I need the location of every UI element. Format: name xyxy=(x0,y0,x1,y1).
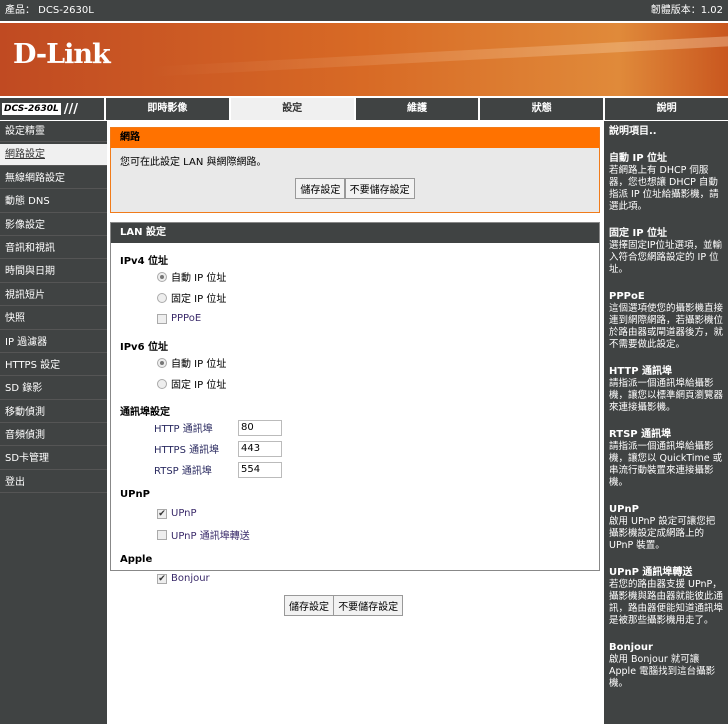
ipv4-static-radio[interactable]: 固定 IP 位址 xyxy=(157,287,599,308)
help-text: 請指派一個通訊埠給攝影機，讓您以 QuickTime 或串流行動裝置來連接攝影機… xyxy=(609,441,723,488)
sidebar-item-wizard[interactable]: 設定精靈 xyxy=(0,121,107,143)
tab-live-video[interactable]: 即時影像 xyxy=(106,98,229,120)
network-description: 您可在此設定 LAN 與網際網路。 xyxy=(120,157,267,168)
sidebar-item-sd-management[interactable]: SD卡管理 xyxy=(0,448,107,470)
lan-settings-panel: LAN 設定 IPv4 位址 自動 IP 位址 固定 IP 位址 PPPoE I… xyxy=(110,222,600,584)
sidebar-item-video-clip[interactable]: 視訊短片 xyxy=(0,284,107,307)
top-bar: 產品： DCS-2630L 韌體版本：1.02 xyxy=(0,0,728,21)
help-heading: 固定 IP 位址 xyxy=(609,228,668,239)
banner: D-Link xyxy=(0,23,728,96)
checkbox-icon[interactable] xyxy=(157,529,167,540)
bottom-buttons: 儲存設定 不要儲存設定 xyxy=(284,595,404,616)
https-port-input[interactable] xyxy=(238,440,282,457)
save-button[interactable]: 儲存設定 xyxy=(295,178,346,199)
http-port-row: HTTP 通訊埠 xyxy=(154,417,599,438)
help-heading: Bonjour xyxy=(609,642,653,653)
help-heading: HTTP 通訊埠 xyxy=(609,366,673,377)
main-content: 網路 您可在此設定 LAN 與網際網路。 儲存設定 不要儲存設定 LAN 設定 … xyxy=(110,121,600,584)
https-port-row: HTTPS 通訊埠 xyxy=(154,438,599,459)
sidebar-item-https[interactable]: HTTPS 設定 xyxy=(0,354,107,377)
help-text: 這個選項使您的攝影機直接連到網際網路，若攝影機位於路由器或閘道器後方，就不需要做… xyxy=(609,303,724,350)
upnp-forward-checkbox[interactable]: UPnP 通訊埠轉送 xyxy=(157,524,599,545)
sidebar: 設定精靈 網路設定 無線網路設定 動態 DNS 影像設定 音訊和視訊 時間與日期… xyxy=(0,121,107,724)
help-heading: 自動 IP 位址 xyxy=(609,153,668,164)
http-port-input[interactable] xyxy=(238,419,282,436)
pppoe-checkbox[interactable]: PPPoE xyxy=(157,308,599,329)
help-heading: UPnP 通訊埠轉送 xyxy=(609,567,693,578)
dont-save-button[interactable]: 不要儲存設定 xyxy=(344,178,415,199)
sidebar-item-image[interactable]: 影像設定 xyxy=(0,214,107,236)
tab-status[interactable]: 狀態 xyxy=(480,98,604,120)
checkbox-icon[interactable] xyxy=(157,313,167,324)
help-panel: 說明項目.. 自動 IP 位址 若網路上有 DHCP 伺服器，您也想讓 DHCP … xyxy=(604,121,728,724)
ipv4-heading: IPv4 位址 xyxy=(120,256,169,267)
help-text: 請指派一個通訊埠給攝影機，讓您以標準網頁瀏覽器來連接攝影機。 xyxy=(609,378,724,413)
sidebar-item-sound[interactable]: 音頻偵測 xyxy=(0,425,107,447)
help-text: 選擇固定IP位址選項，並輸入符合您網路設定的 IP 位址。 xyxy=(609,240,723,275)
radio-icon[interactable] xyxy=(157,357,167,368)
ipv6-auto-radio[interactable]: 自動 IP 位址 xyxy=(157,352,599,373)
sidebar-item-audio-video[interactable]: 音訊和視訊 xyxy=(0,237,107,260)
bonjour-checkbox[interactable]: ✔ Bonjour xyxy=(157,568,599,589)
ipv4-auto-radio[interactable]: 自動 IP 位址 xyxy=(157,266,599,287)
checkmark-icon[interactable]: ✔ xyxy=(157,573,167,584)
radio-icon[interactable] xyxy=(157,271,167,282)
radio-icon[interactable] xyxy=(157,378,167,389)
rtsp-port-input[interactable] xyxy=(238,461,282,478)
sidebar-item-ip-filter[interactable]: IP 過濾器 xyxy=(0,331,107,353)
tab-maintenance[interactable]: 維護 xyxy=(355,98,479,120)
dlink-logo: D-Link xyxy=(13,39,111,70)
help-heading: PPPoE xyxy=(609,291,645,302)
help-title: 說明項目.. xyxy=(609,126,657,137)
upnp-checkbox[interactable]: ✔ UPnP xyxy=(157,503,599,524)
tab-setup[interactable]: 設定 xyxy=(230,98,354,120)
sidebar-item-logout[interactable]: 登出 xyxy=(0,471,107,494)
sidebar-item-ddns[interactable]: 動態 DNS xyxy=(0,191,107,213)
sidebar-item-wireless[interactable]: 無線網路設定 xyxy=(0,167,107,190)
ipv6-static-radio[interactable]: 固定 IP 位址 xyxy=(157,373,599,394)
checkmark-icon[interactable]: ✔ xyxy=(157,508,167,519)
help-text: 啟用 Bonjour 就可讓 Apple 電腦找到這台攝影機。 xyxy=(609,654,716,689)
rtsp-port-row: RTSP 通訊埠 xyxy=(154,459,599,480)
upnp-heading: UPnP xyxy=(120,489,150,500)
port-settings-heading: 通訊埠設定 xyxy=(120,407,170,418)
sidebar-item-motion[interactable]: 移動偵測 xyxy=(0,401,107,424)
help-text: 若網路上有 DHCP 伺服器，您也想讓 DHCP 自動指派 IP 位址給攝影機，… xyxy=(609,165,719,212)
sidebar-item-time-date[interactable]: 時間與日期 xyxy=(0,261,107,283)
help-text: 啟用 UPnP 設定可讓您把攝影機設定成網路上的 UPnP 裝置。 xyxy=(609,516,716,551)
dont-save-button-bottom[interactable]: 不要儲存設定 xyxy=(333,595,404,616)
sidebar-item-snapshot[interactable]: 快照 xyxy=(0,308,107,330)
lan-title: LAN 設定 xyxy=(111,223,599,243)
firmware-version: 韌體版本：1.02 xyxy=(650,5,723,16)
tab-help[interactable]: 說明 xyxy=(605,98,728,120)
sidebar-item-network[interactable]: 網路設定 xyxy=(0,144,107,166)
model-badge: DCS-2630L/// xyxy=(0,98,104,120)
network-title: 網路 xyxy=(111,128,599,148)
apple-heading: Apple xyxy=(120,554,153,565)
help-text: 若您的路由器支援 UPnP，攝影機與路由器就能彼此通訊，路由器便能知道通訊埠是被… xyxy=(609,579,724,626)
radio-icon[interactable] xyxy=(157,292,167,303)
product-label: 產品： DCS-2630L xyxy=(5,5,94,16)
help-heading: RTSP 通訊埠 xyxy=(609,429,672,440)
top-nav: DCS-2630L/// 即時影像 設定 維護 狀態 說明 xyxy=(0,98,728,120)
sidebar-item-sd-recording[interactable]: SD 錄影 xyxy=(0,378,107,400)
help-heading: UPnP xyxy=(609,504,639,515)
save-button-bottom[interactable]: 儲存設定 xyxy=(284,595,334,616)
ipv6-heading: IPv6 位址 xyxy=(120,342,169,353)
network-panel: 網路 您可在此設定 LAN 與網際網路。 儲存設定 不要儲存設定 xyxy=(110,127,600,213)
